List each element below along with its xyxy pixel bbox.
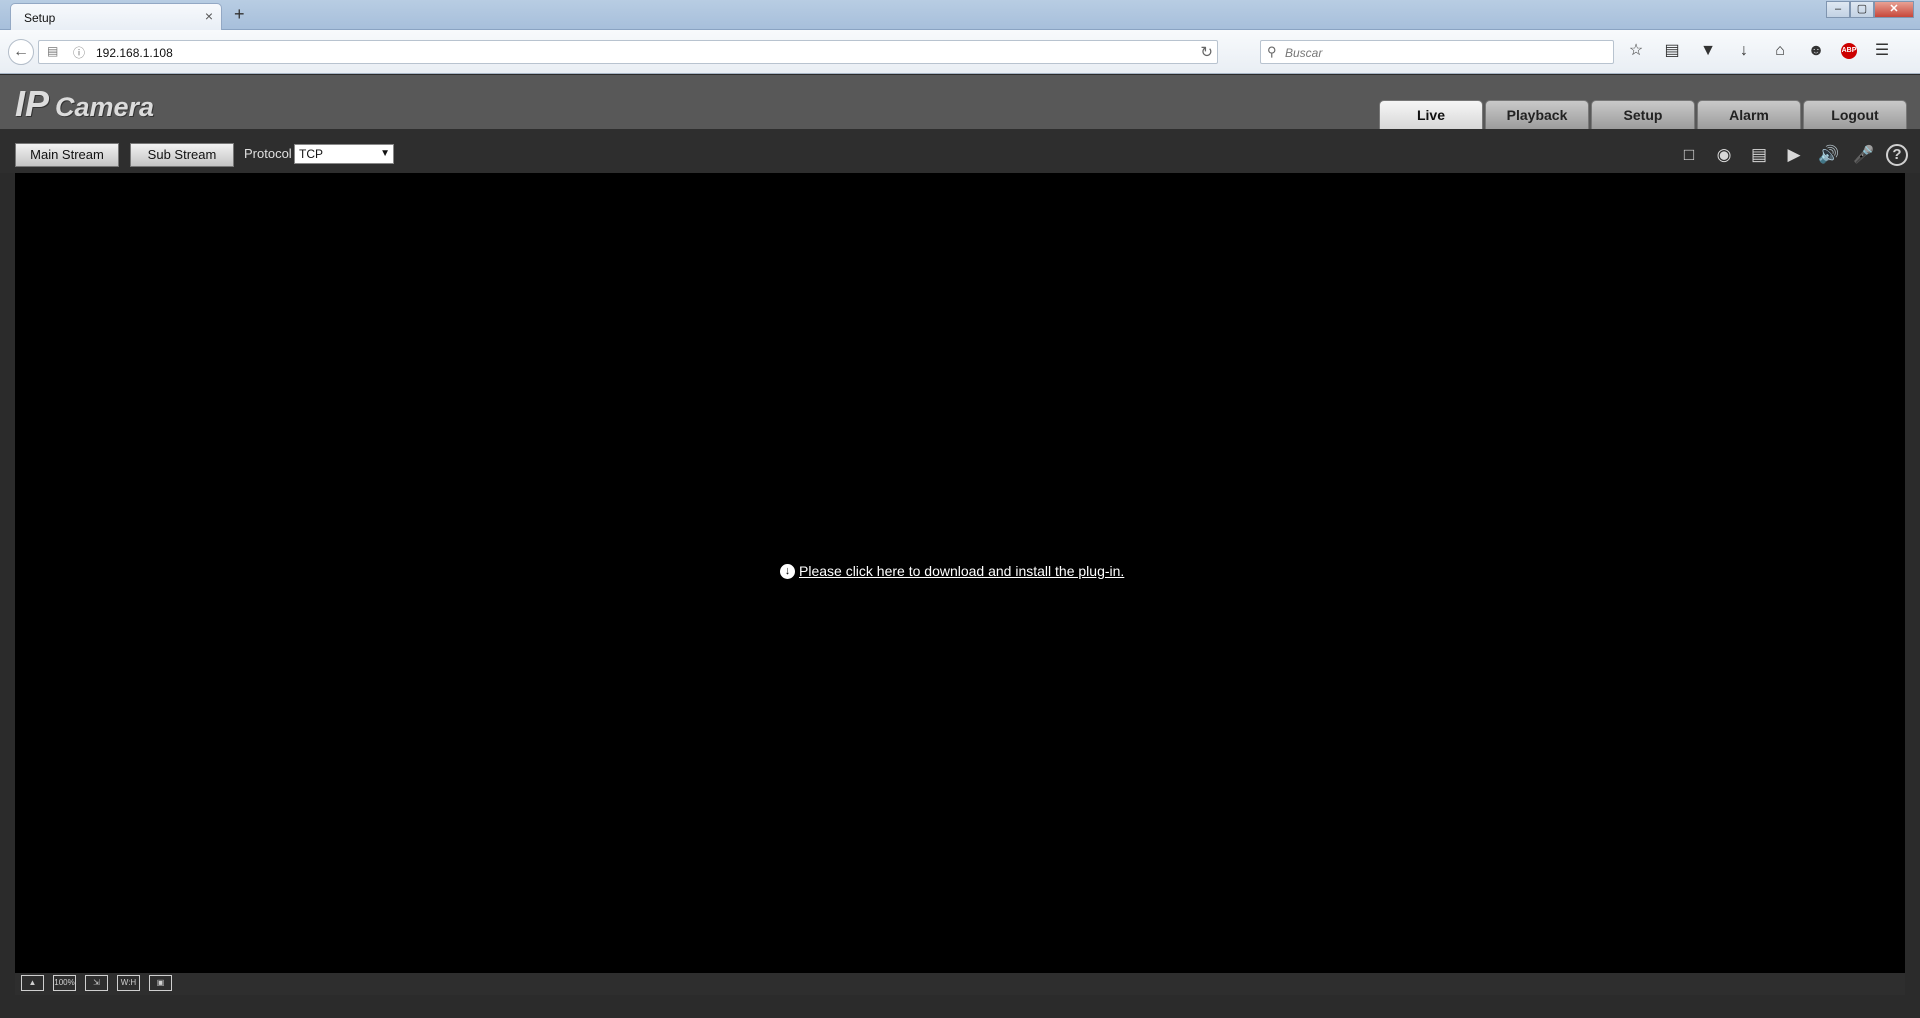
browser-nav-bar: ← ▤ ⓘ 192.168.1.108 ↻ ⚲ Buscar ☆ ▤ ▼ ↓ ⌂… (0, 30, 1920, 74)
chevron-down-icon: ▼ (380, 148, 390, 159)
menu-icon[interactable]: ☰ (1871, 40, 1893, 62)
plugin-download-link[interactable]: ↓ Please click here to download and inst… (780, 563, 1124, 579)
pocket-icon[interactable]: ▼ (1697, 40, 1719, 62)
reload-icon[interactable]: ↻ (1200, 43, 1213, 61)
close-window-button[interactable]: ✕ (1874, 1, 1914, 18)
bottom-icons: ▲ 100% ⇲ W:H ▣ (21, 975, 172, 991)
window-controls: ‒ ▢ ✕ (1826, 1, 1914, 18)
protocol-select[interactable]: TCP ▼ (294, 144, 394, 164)
tab-live[interactable]: Live (1379, 100, 1483, 129)
protocol-value: TCP (299, 147, 323, 161)
home-icon[interactable]: ⌂ (1769, 40, 1791, 62)
snapshot-icon[interactable]: ◉ (1711, 143, 1737, 167)
control-icons: □ ◉ ▤ ▶ 🔊 🎤 ? (1676, 143, 1908, 167)
tab-logout[interactable]: Logout (1803, 100, 1907, 129)
logo: IP Camera (15, 83, 154, 125)
info-icon[interactable]: ⓘ (73, 44, 85, 61)
chat-icon[interactable]: ☻ (1805, 40, 1827, 62)
search-bar[interactable]: ⚲ Buscar (1260, 40, 1614, 64)
video-bottom-bar: ▲ 100% ⇲ W:H ▣ (15, 973, 1905, 995)
search-icon: ⚲ (1267, 44, 1277, 59)
video-area: ↓ Please click here to download and inst… (15, 173, 1905, 973)
minimize-button[interactable]: ‒ (1826, 1, 1850, 18)
help-icon[interactable]: ? (1886, 144, 1908, 166)
camera-header: IP Camera Live Playback Setup Alarm Logou… (0, 75, 1920, 129)
region-zoom-icon[interactable]: □ (1676, 143, 1702, 167)
main-tabs: Live Playback Setup Alarm Logout (1379, 100, 1907, 129)
logo-camera: Camera (55, 92, 155, 122)
page-icon: ▤ (47, 44, 59, 58)
sub-stream-button[interactable]: Sub Stream (130, 143, 234, 167)
url-bar[interactable]: ▤ ⓘ 192.168.1.108 ↻ (38, 40, 1218, 64)
control-bar: Main Stream Sub Stream Protocol TCP ▼ □ … (0, 129, 1920, 173)
reading-list-icon[interactable]: ▤ (1661, 40, 1683, 62)
bookmark-star-icon[interactable]: ☆ (1625, 40, 1647, 62)
tab-setup[interactable]: Setup (1591, 100, 1695, 129)
new-tab-button[interactable]: + (234, 4, 245, 25)
url-text[interactable]: 192.168.1.108 (96, 46, 173, 60)
tab-playback[interactable]: Playback (1485, 100, 1589, 129)
aspect-ratio-button[interactable]: W:H (117, 975, 140, 991)
record-icon[interactable]: ▶ (1781, 143, 1807, 167)
fullscreen-icon[interactable]: ▣ (149, 975, 172, 991)
tab-alarm[interactable]: Alarm (1697, 100, 1801, 129)
fit-icon[interactable]: ⇲ (85, 975, 108, 991)
main-stream-button[interactable]: Main Stream (15, 143, 119, 167)
triple-snapshot-icon[interactable]: ▤ (1746, 143, 1772, 167)
tab-close-icon[interactable]: × (205, 8, 213, 24)
download-plugin-icon: ↓ (780, 563, 795, 579)
back-button[interactable]: ← (8, 39, 34, 65)
zoom-icon[interactable]: ▲ (21, 975, 44, 991)
footer-strip (0, 995, 1920, 1018)
protocol-label: Protocol (244, 146, 292, 161)
audio-icon[interactable]: 🔊 (1816, 143, 1842, 167)
adblock-icon[interactable]: ABP (1841, 43, 1857, 59)
browser-tab[interactable]: Setup × (10, 3, 222, 31)
microphone-icon[interactable]: 🎤 (1851, 143, 1877, 167)
logo-ip: IP (15, 83, 50, 124)
browser-toolbar: ☆ ▤ ▼ ↓ ⌂ ☻ ABP ☰ (1625, 40, 1893, 62)
original-size-button[interactable]: 100% (53, 975, 76, 991)
search-placeholder: Buscar (1285, 46, 1323, 60)
restore-button[interactable]: ▢ (1850, 1, 1874, 18)
download-icon[interactable]: ↓ (1733, 40, 1755, 62)
tab-title: Setup (24, 11, 56, 25)
browser-tab-bar: Setup × + ‒ ▢ ✕ (0, 0, 1920, 31)
plugin-message[interactable]: Please click here to download and instal… (799, 563, 1124, 579)
